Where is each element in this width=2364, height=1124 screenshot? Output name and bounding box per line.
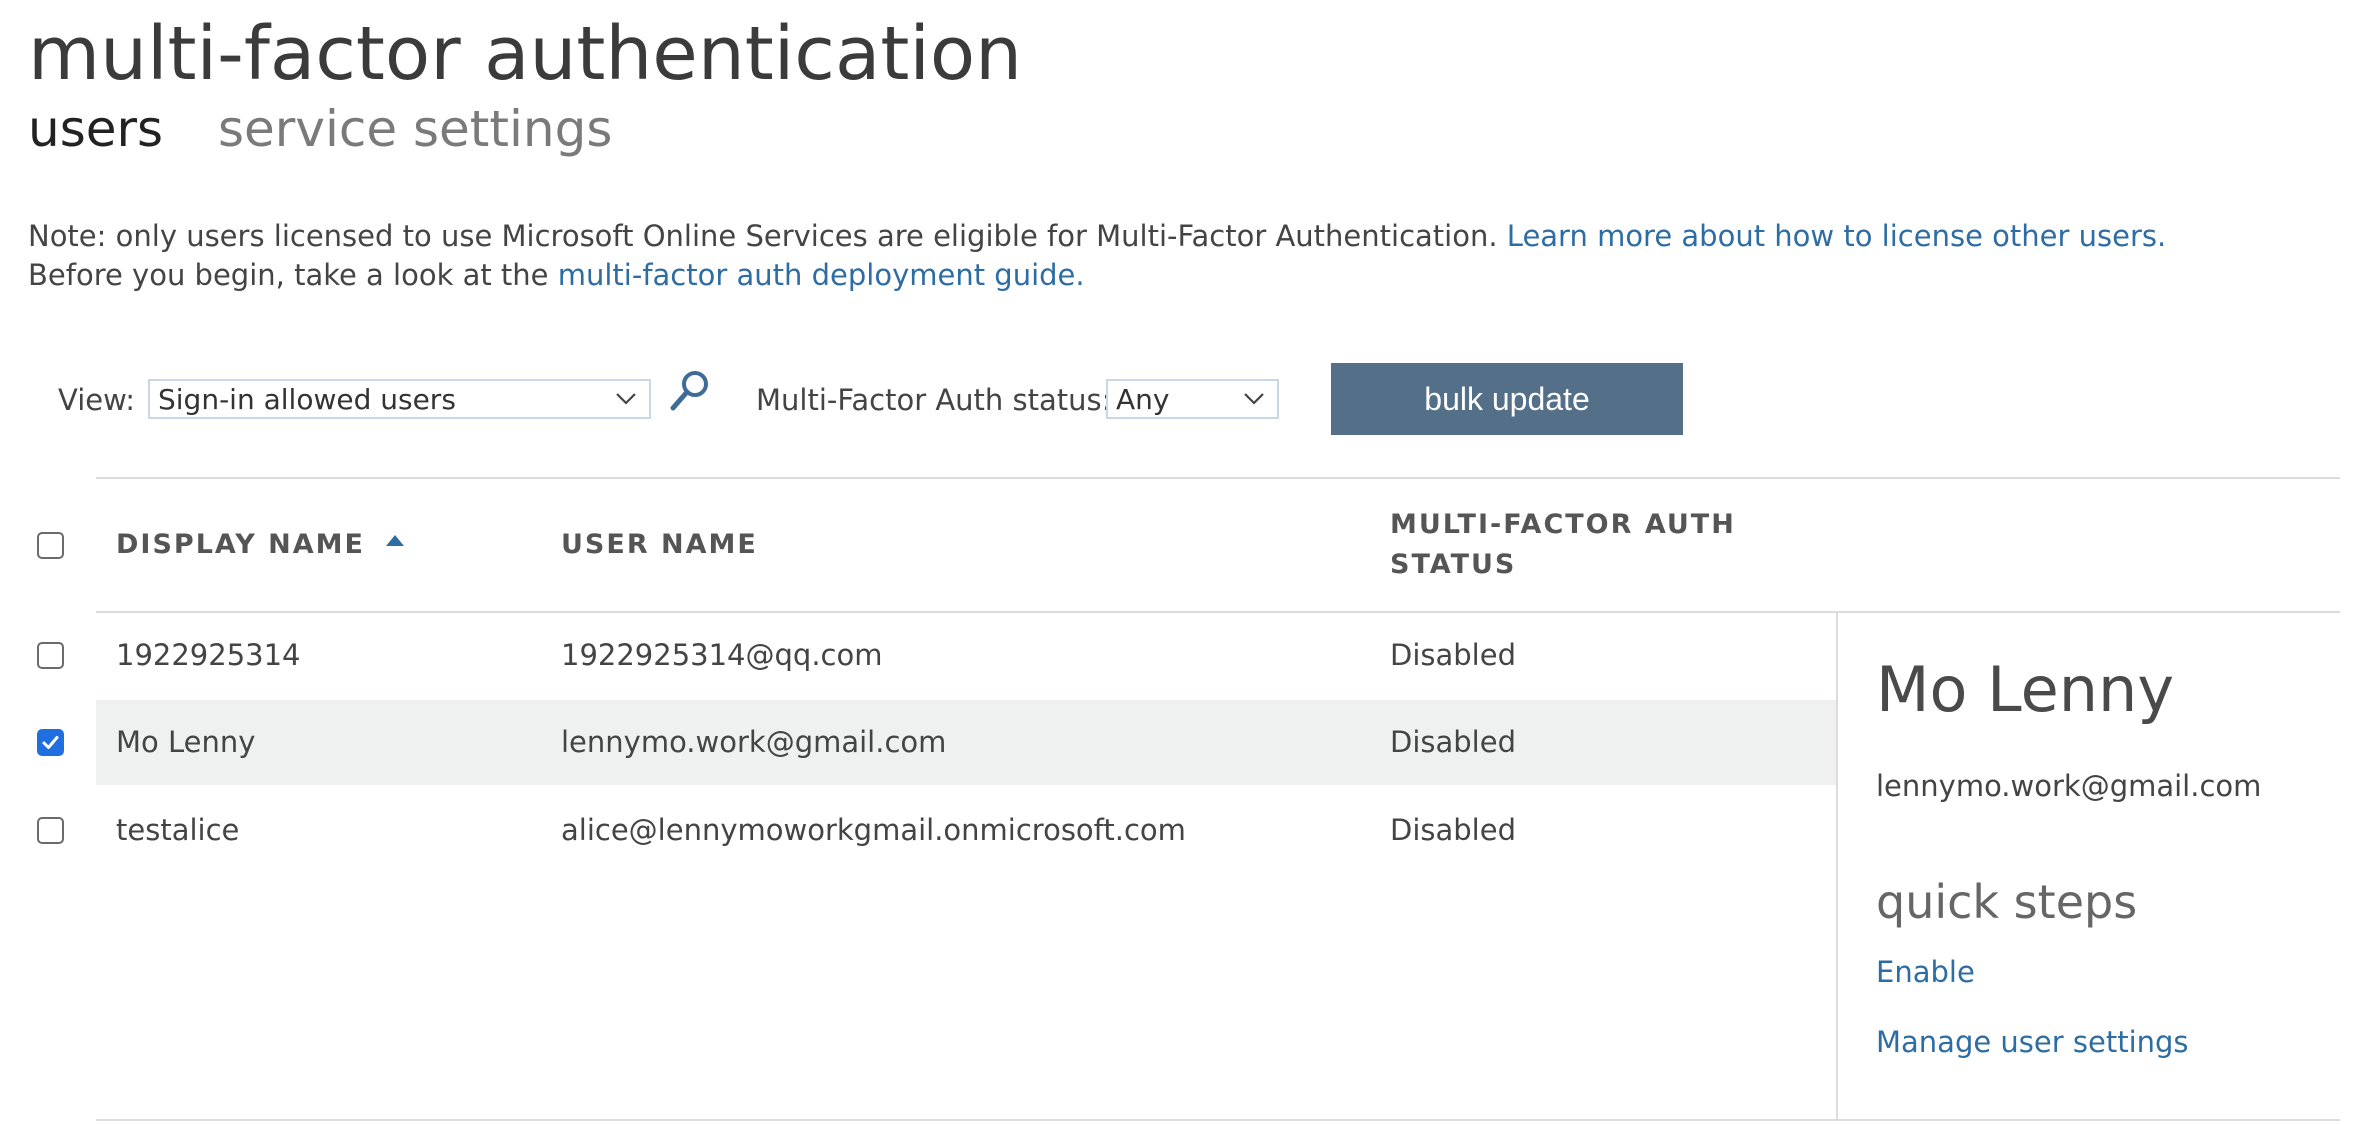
table-row-selected[interactable] [96,700,1836,785]
column-header-display-name[interactable]: DISPLAY NAME [116,525,406,565]
tab-service-settings[interactable]: service settings [218,94,612,164]
table-header-divider [96,611,2340,613]
table-row[interactable] [96,614,1836,699]
column-header-mfa-status-line2: STATUS [1390,549,1517,580]
row-display-name: testalice [116,813,240,847]
table-top-divider [96,477,2340,479]
column-header-mfa-status-line1: MULTI-FACTOR AUTH [1390,509,1736,540]
row-user-name: alice@lennymoworkgmail.onmicrosoft.com [561,813,1186,847]
column-header-user-name[interactable]: USER NAME [561,525,758,565]
deployment-guide-link[interactable]: multi-factor auth deployment guide. [558,258,1085,292]
view-select-value: Sign-in allowed users [158,383,456,416]
mfa-status-select[interactable]: Any [1106,379,1279,419]
row-user-name: lennymo.work@gmail.com [561,725,947,759]
row-mfa-status: Disabled [1390,638,1516,672]
license-note: Note: only users licensed to use Microso… [28,216,2166,256]
column-header-mfa-status[interactable]: MULTI-FACTOR AUTH STATUS [1390,505,1736,585]
select-all-checkbox[interactable] [37,532,64,559]
chevron-down-icon [1244,393,1264,405]
row-mfa-status: Disabled [1390,725,1516,759]
deployment-note: Before you begin, take a look at the mul… [28,255,1085,295]
checkmark-icon [42,736,59,749]
detail-user-name: Mo Lenny [1876,653,2175,726]
row-checkbox-checked[interactable] [37,729,64,756]
view-label: View: [58,383,136,417]
view-select[interactable]: Sign-in allowed users [148,379,651,419]
deployment-note-text: Before you begin, take a look at the [28,258,558,292]
chevron-down-icon [616,393,636,405]
mfa-status-select-value: Any [1116,383,1170,416]
manage-user-settings-link[interactable]: Manage user settings [1876,1022,2189,1062]
table-bottom-divider [96,1119,2340,1121]
license-users-link[interactable]: Learn more about how to license other us… [1507,219,2166,253]
row-checkbox[interactable] [37,642,64,669]
row-display-name: 1922925314 [116,638,301,672]
row-user-name: 1922925314@qq.com [561,638,883,672]
license-note-text: Note: only users licensed to use Microso… [28,219,1507,253]
tab-users[interactable]: users [28,94,163,164]
row-mfa-status: Disabled [1390,813,1516,847]
enable-link[interactable]: Enable [1876,952,1975,992]
search-icon[interactable] [668,368,712,416]
detail-user-email: lennymo.work@gmail.com [1876,769,2262,803]
row-checkbox[interactable] [37,817,64,844]
page-title: multi-factor authentication [28,11,1023,97]
quick-steps-title: quick steps [1876,875,2138,929]
column-header-display-name-label: DISPLAY NAME [116,529,365,560]
sort-ascending-icon [386,535,405,546]
detail-pane-divider [1836,613,1838,1121]
mfa-status-label: Multi-Factor Auth status: [756,383,1112,417]
row-display-name: Mo Lenny [116,725,256,759]
bulk-update-button[interactable]: bulk update [1331,363,1683,435]
